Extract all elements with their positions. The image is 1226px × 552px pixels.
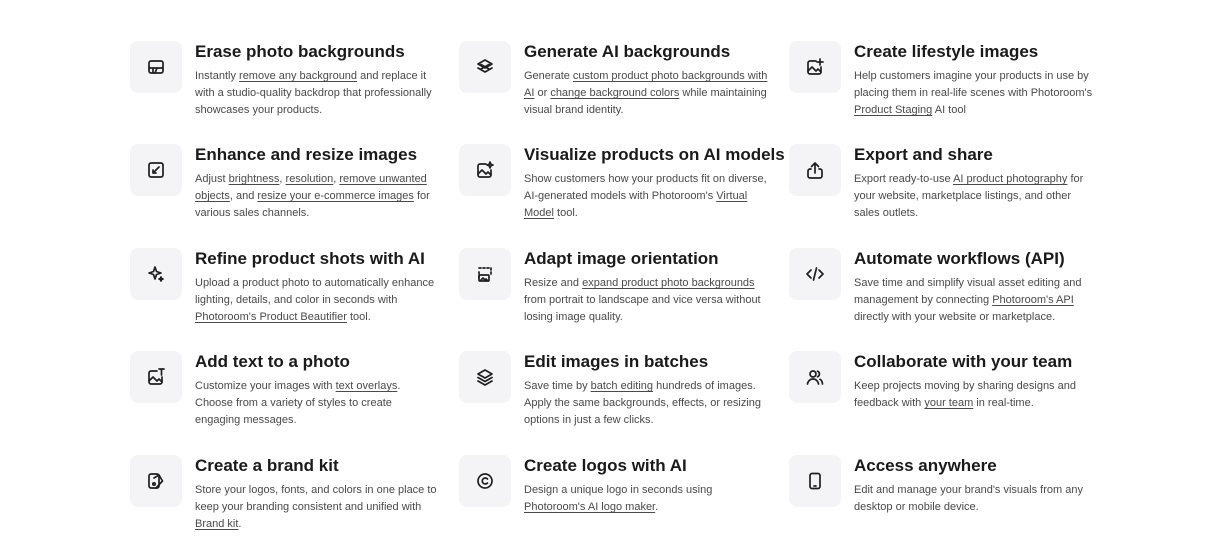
- feature-text: .: [238, 518, 242, 530]
- resize-image-icon: [130, 144, 182, 196]
- image-text-icon: [130, 351, 182, 403]
- feature-text: tool.: [553, 207, 578, 219]
- feature-text: .: [655, 501, 659, 513]
- feature-text: Help customers imagine your products in …: [854, 70, 1093, 99]
- feature-text: from portrait to landscape and vice vers…: [524, 294, 761, 323]
- batch-layers-icon: [459, 351, 511, 403]
- users-icon: [789, 351, 841, 403]
- feature-text: Customize your images with: [195, 380, 336, 392]
- feature-description: Edit and manage your brand's visuals fro…: [854, 482, 1099, 516]
- feature-link[interactable]: Photoroom's Product Beautifier: [195, 311, 347, 323]
- feature-text: in real-time.: [973, 397, 1034, 409]
- feature-title: Refine product shots with AI: [195, 249, 425, 268]
- feature-title: Create lifestyle images: [854, 42, 1039, 61]
- feature-link[interactable]: change background colors: [550, 87, 679, 99]
- feature-link[interactable]: Product Staging: [854, 104, 932, 116]
- feature-title: Add text to a photo: [195, 352, 350, 371]
- feature-title: Automate workflows (API): [854, 249, 1065, 268]
- share-export-icon: [789, 144, 841, 196]
- feature-text: Resize and: [524, 277, 583, 289]
- feature-description: Save time and simplify visual asset edit…: [854, 275, 1099, 326]
- feature-title: Generate AI backgrounds: [524, 42, 731, 61]
- code-icon: [789, 248, 841, 300]
- feature-grid: Erase photo backgrounds Instantly remove …: [130, 0, 1130, 552]
- feature-link[interactable]: brightness: [229, 173, 280, 185]
- feature-text: directly with your website or marketplac…: [854, 311, 1056, 323]
- feature-link[interactable]: Brand kit: [195, 518, 238, 530]
- feature-description: Instantly remove any background and repl…: [195, 68, 440, 119]
- image-sparkle-icon: [459, 144, 511, 196]
- feature-text: Export ready-to-use: [854, 173, 954, 185]
- feature-description: Adjust brightness, resolution, remove un…: [195, 171, 440, 222]
- feature-link[interactable]: your team: [924, 397, 973, 409]
- feature-text: Instantly: [195, 70, 240, 82]
- feature-description: Show customers how your products fit on …: [524, 171, 769, 222]
- feature-link[interactable]: text overlays: [336, 380, 398, 392]
- feature-description: Save time by batch editing hundreds of i…: [524, 378, 769, 429]
- feature-link[interactable]: Photoroom's API: [992, 294, 1074, 306]
- feature-title: Export and share: [854, 145, 993, 164]
- feature-title: Enhance and resize images: [195, 145, 418, 164]
- feature-link[interactable]: Photoroom's AI logo maker: [524, 501, 655, 513]
- feature-title: Edit images in batches: [524, 352, 709, 371]
- feature-text: Save time by: [524, 380, 591, 392]
- feature-description: Export ready-to-use AI product photograp…: [854, 171, 1099, 222]
- feature-text: , and: [229, 190, 258, 202]
- feature-description: Help customers imagine your products in …: [854, 68, 1099, 119]
- feature-title: Collaborate with your team: [854, 352, 1073, 371]
- feature-link[interactable]: batch editing: [591, 380, 653, 392]
- feature-title: Access anywhere: [854, 456, 997, 475]
- layers-stack-icon: [459, 41, 511, 93]
- feature-title: Create a brand kit: [195, 456, 339, 475]
- sparkles-icon: [130, 248, 182, 300]
- feature-text: AI tool: [932, 104, 966, 116]
- feature-text: Store your logos, fonts, and colors in o…: [195, 484, 437, 513]
- feature-link[interactable]: AI product photography: [953, 173, 1067, 185]
- feature-text: Upload a product photo to automatically …: [195, 277, 435, 306]
- feature-title: Create logos with AI: [524, 456, 687, 475]
- feature-title: Visualize products on AI models: [524, 145, 785, 164]
- copyright-logo-icon: [459, 455, 511, 507]
- feature-link[interactable]: expand product photo backgrounds: [582, 277, 754, 289]
- feature-link[interactable]: remove any background: [239, 70, 357, 82]
- feature-description: Store your logos, fonts, and colors in o…: [195, 482, 440, 533]
- feature-title: Adapt image orientation: [524, 249, 719, 268]
- feature-description: Upload a product photo to automatically …: [195, 275, 440, 326]
- feature-description: Resize and expand product photo backgrou…: [524, 275, 769, 326]
- mobile-device-icon: [789, 455, 841, 507]
- orientation-icon: [459, 248, 511, 300]
- brand-kit-icon: [130, 455, 182, 507]
- feature-description: Customize your images with text overlays…: [195, 378, 440, 429]
- feature-description: Generate custom product photo background…: [524, 68, 769, 119]
- erase-background-icon: [130, 41, 182, 93]
- feature-link[interactable]: resolution: [286, 173, 334, 185]
- feature-text: tool.: [346, 311, 371, 323]
- feature-text: Adjust: [195, 173, 229, 185]
- feature-description: Design a unique logo in seconds using Ph…: [524, 482, 769, 516]
- feature-text: Design a unique logo in seconds using: [524, 484, 713, 496]
- image-add-icon: [789, 41, 841, 93]
- feature-text: Generate: [524, 70, 573, 82]
- feature-title: Erase photo backgrounds: [195, 42, 405, 61]
- feature-text: Edit and manage your brand's visuals fro…: [854, 484, 1083, 513]
- feature-text: or: [534, 87, 551, 99]
- feature-description: Keep projects moving by sharing designs …: [854, 378, 1099, 412]
- feature-link[interactable]: resize your e-commerce images: [257, 190, 414, 202]
